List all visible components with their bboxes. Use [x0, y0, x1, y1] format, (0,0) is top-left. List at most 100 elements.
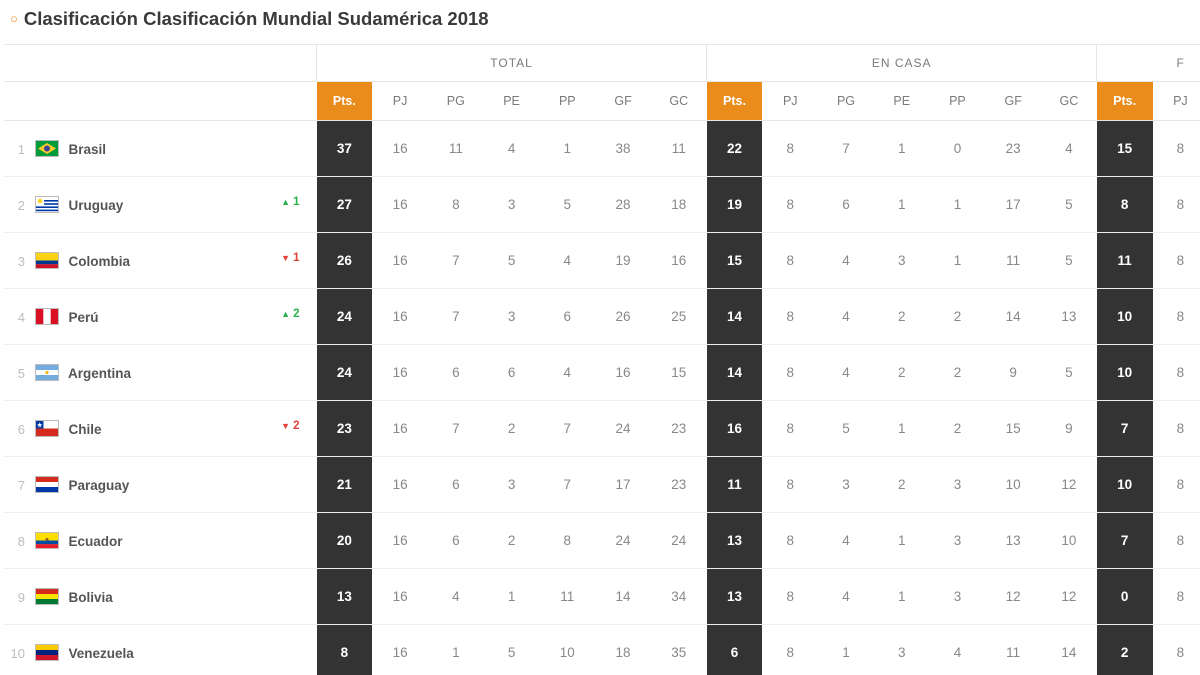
team-name: Perú [69, 310, 99, 325]
total-gc: 15 [651, 345, 707, 401]
home-pts: 22 [707, 121, 763, 177]
home-pg: 4 [818, 569, 874, 625]
total-pe: 6 [484, 345, 540, 401]
away-pts: 10 [1097, 345, 1153, 401]
total-pj: 16 [372, 401, 428, 457]
table-row[interactable]: 6 ★ Chile 2 23 16 7 2 7 24 23 16 8 5 1 2… [4, 401, 1200, 457]
table-row[interactable]: 8 Ecuador 20 16 6 2 8 24 24 13 8 4 1 3 1… [4, 513, 1200, 569]
rank-move-up-icon: 2 [281, 308, 299, 320]
header-team [4, 82, 317, 121]
away-pj: 8 [1153, 345, 1200, 401]
home-gf: 17 [985, 177, 1041, 233]
home-pp: 1 [930, 177, 986, 233]
total-pe: 3 [484, 177, 540, 233]
home-pe: 1 [874, 569, 930, 625]
total-pg: 11 [428, 121, 484, 177]
total-gf: 28 [595, 177, 651, 233]
total-pp: 4 [539, 345, 595, 401]
section-total: TOTAL [317, 45, 707, 82]
flag-icon [35, 532, 59, 549]
home-gf: 12 [985, 569, 1041, 625]
home-pg: 6 [818, 177, 874, 233]
home-pp: 3 [930, 513, 986, 569]
total-gc: 24 [651, 513, 707, 569]
col-home-gf: GF [985, 82, 1041, 121]
total-gc: 23 [651, 401, 707, 457]
table-row[interactable]: 2 Uruguay 1 27 16 8 3 5 28 18 19 8 6 1 1… [4, 177, 1200, 233]
home-pj: 8 [762, 513, 818, 569]
away-pts: 2 [1097, 625, 1153, 675]
total-pts: 20 [317, 513, 373, 569]
team-cell: 8 Ecuador [4, 513, 317, 569]
team-cell: 6 ★ Chile 2 [4, 401, 317, 457]
home-pg: 4 [818, 233, 874, 289]
home-gc: 10 [1041, 513, 1097, 569]
flag-icon [35, 644, 59, 661]
home-pts: 15 [707, 233, 763, 289]
total-pj: 16 [372, 289, 428, 345]
col-home-pe: PE [874, 82, 930, 121]
team-cell: 1 Brasil [4, 121, 317, 177]
home-gc: 4 [1041, 121, 1097, 177]
home-gc: 5 [1041, 233, 1097, 289]
total-pp: 6 [539, 289, 595, 345]
flag-icon [35, 140, 59, 157]
flag-icon [35, 252, 59, 269]
home-pts: 13 [707, 569, 763, 625]
page-title: ○Clasificación Clasificación Mundial Sud… [4, 4, 1200, 44]
flag-icon: ★ [35, 420, 59, 437]
table-row[interactable]: 5 Argentina 24 16 6 6 4 16 15 14 8 4 2 2… [4, 345, 1200, 401]
home-pj: 8 [762, 345, 818, 401]
home-pe: 1 [874, 121, 930, 177]
total-pts: 37 [317, 121, 373, 177]
total-pg: 6 [428, 513, 484, 569]
total-gf: 26 [595, 289, 651, 345]
col-away-pj: PJ [1153, 82, 1200, 121]
total-pp: 8 [539, 513, 595, 569]
total-pts: 23 [317, 401, 373, 457]
flag-icon [35, 308, 59, 325]
home-gc: 13 [1041, 289, 1097, 345]
home-pg: 3 [818, 457, 874, 513]
flag-icon [35, 588, 59, 605]
col-home-pp: PP [930, 82, 986, 121]
away-pj: 8 [1153, 121, 1200, 177]
svg-text:★: ★ [37, 422, 43, 429]
home-pj: 8 [762, 457, 818, 513]
home-pg: 4 [818, 289, 874, 345]
home-pg: 1 [818, 625, 874, 675]
home-pts: 11 [707, 457, 763, 513]
table-row[interactable]: 4 Perú 2 24 16 7 3 6 26 25 14 8 4 2 2 14… [4, 289, 1200, 345]
section-away: F [1097, 45, 1200, 82]
total-pe: 2 [484, 401, 540, 457]
away-pts: 7 [1097, 401, 1153, 457]
table-row[interactable]: 1 Brasil 37 16 11 4 1 38 11 22 8 7 1 0 2… [4, 121, 1200, 177]
total-pe: 5 [484, 625, 540, 675]
total-pp: 11 [539, 569, 595, 625]
total-pts: 24 [317, 289, 373, 345]
total-gf: 24 [595, 401, 651, 457]
total-gc: 34 [651, 569, 707, 625]
table-row[interactable]: 10 Venezuela 8 16 1 5 10 18 35 6 8 1 3 4… [4, 625, 1200, 675]
header-spacer [4, 45, 317, 82]
team-cell: 10 Venezuela [4, 625, 317, 675]
home-pp: 0 [930, 121, 986, 177]
table-row[interactable]: 3 Colombia 1 26 16 7 5 4 19 16 15 8 4 3 … [4, 233, 1200, 289]
col-total-pj: PJ [372, 82, 428, 121]
col-home-gc: GC [1041, 82, 1097, 121]
home-pe: 1 [874, 401, 930, 457]
rank-move-down-icon: 1 [281, 252, 299, 264]
home-gf: 13 [985, 513, 1041, 569]
table-row[interactable]: 9 Bolivia 13 16 4 1 11 14 34 13 8 4 1 3 … [4, 569, 1200, 625]
home-pe: 3 [874, 233, 930, 289]
total-pp: 4 [539, 233, 595, 289]
home-gf: 14 [985, 289, 1041, 345]
col-total-pp: PP [539, 82, 595, 121]
away-pts: 15 [1097, 121, 1153, 177]
team-name: Venezuela [69, 646, 134, 661]
total-pg: 4 [428, 569, 484, 625]
rank-move-up-icon: 1 [281, 196, 299, 208]
home-pts: 16 [707, 401, 763, 457]
total-pp: 10 [539, 625, 595, 675]
table-row[interactable]: 7 Paraguay 21 16 6 3 7 17 23 11 8 3 2 3 … [4, 457, 1200, 513]
